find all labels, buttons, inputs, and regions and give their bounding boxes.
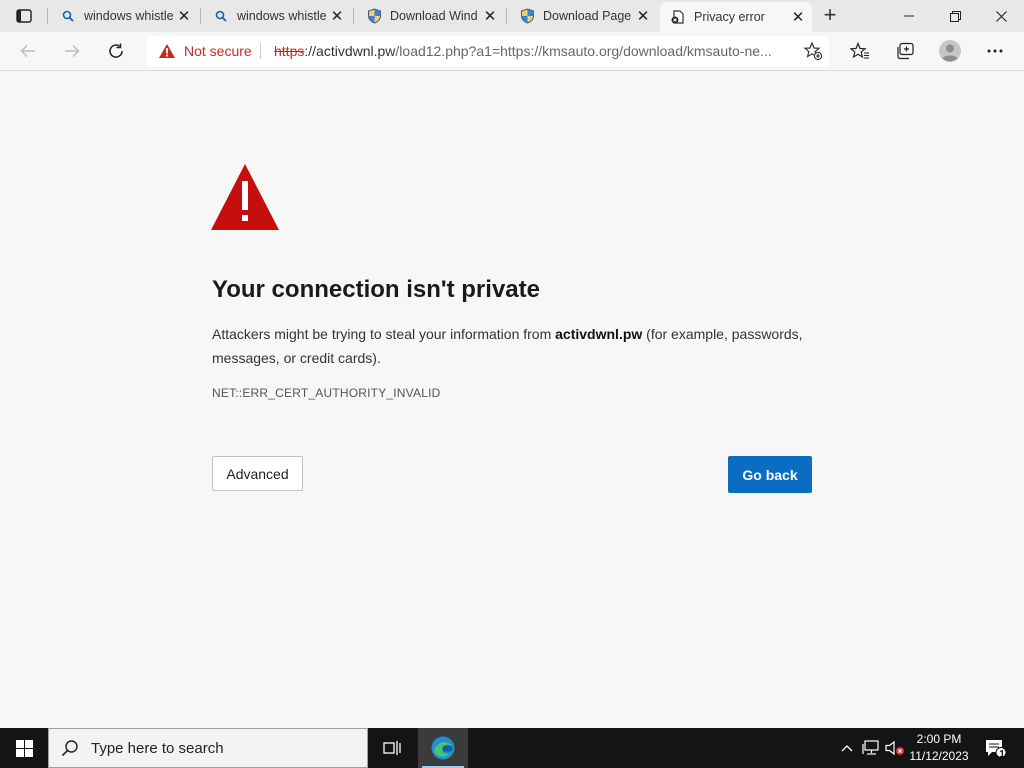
tab-close-icon[interactable]: ✕ (480, 6, 500, 26)
go-back-button[interactable]: Go back (728, 456, 812, 493)
tab-download-wind[interactable]: Download Wind ✕ (356, 2, 504, 30)
warning-triangle-icon (211, 163, 281, 231)
tab-title: windows whistle (237, 9, 327, 23)
taskbar: Type here to search 2:00 PM 11/12/2023 1 (0, 728, 1024, 768)
windows-start-icon[interactable] (0, 728, 48, 768)
favorites-icon[interactable] (846, 38, 874, 64)
url-scheme: https (274, 43, 305, 59)
clock-time: 2:00 PM (916, 732, 962, 746)
tab-separator (200, 8, 201, 24)
back-icon[interactable] (14, 38, 42, 64)
tab-separator (506, 8, 507, 24)
tab-separator (47, 8, 48, 24)
page-title: Your connection isn't private (212, 276, 540, 303)
not-secure-indicator[interactable]: Not secure (158, 43, 252, 59)
warning-icon (159, 44, 175, 58)
not-secure-label: Not secure (184, 43, 252, 59)
desc-before: Attackers might be trying to steal your … (212, 326, 556, 342)
show-hidden-icons-icon[interactable] (838, 728, 856, 768)
forward-icon[interactable] (58, 38, 86, 64)
search-icon (213, 8, 229, 24)
clock-date: 11/12/2023 (909, 749, 969, 763)
omnibox-divider (260, 43, 261, 59)
tab-title: Download Wind (390, 9, 478, 23)
error-code: NET::ERR_CERT_AUTHORITY_INVALID (212, 386, 441, 400)
error-page: Your connection isn't private Attackers … (0, 71, 1024, 728)
restore-icon[interactable] (932, 0, 978, 32)
tab-separator (353, 8, 354, 24)
tab-close-icon[interactable]: ✕ (633, 6, 653, 26)
tab-title: Privacy error (694, 10, 765, 24)
error-page-icon (670, 9, 686, 25)
search-icon (61, 739, 79, 757)
tab-close-icon[interactable]: ✕ (788, 7, 808, 27)
site-host: activdwnl.pw (555, 326, 643, 342)
address-bar[interactable]: Not secure https://activdwnl.pw/load12.p… (146, 36, 829, 66)
network-icon[interactable] (860, 728, 882, 768)
tab-windows-whistle-2[interactable]: windows whistle ✕ (203, 2, 351, 30)
edge-taskbar-icon[interactable] (418, 728, 468, 768)
advanced-button[interactable]: Advanced (212, 456, 303, 491)
refresh-icon[interactable] (102, 38, 130, 64)
tab-title: Download Page (543, 9, 632, 23)
tab-close-icon[interactable]: ✕ (174, 6, 194, 26)
new-tab-icon[interactable]: + (820, 4, 840, 26)
shield-icon (519, 8, 535, 24)
volume-muted-icon[interactable] (884, 728, 906, 768)
system-clock[interactable]: 2:00 PM 11/12/2023 (904, 731, 974, 765)
add-favorite-icon[interactable] (803, 41, 823, 61)
task-view-icon[interactable] (372, 728, 412, 768)
tab-privacy-error[interactable]: Privacy error ✕ (660, 2, 812, 32)
shield-icon (366, 8, 382, 24)
notification-center-icon[interactable]: 1 (980, 728, 1010, 768)
url-host: ://activdwnl.pw (304, 43, 396, 59)
minimize-icon[interactable] (886, 0, 932, 32)
tab-download-page[interactable]: Download Page ✕ (509, 2, 657, 30)
close-window-icon[interactable] (978, 0, 1024, 32)
tab-actions-icon[interactable] (6, 6, 42, 26)
more-options-icon[interactable] (981, 38, 1009, 64)
tab-strip: windows whistle ✕ windows whistle ✕ Down… (0, 0, 1024, 32)
navigation-bar: Not secure https://activdwnl.pw/load12.p… (0, 32, 1024, 71)
search-placeholder: Type here to search (91, 739, 224, 757)
taskbar-search-box[interactable]: Type here to search (48, 728, 368, 768)
search-icon (60, 8, 76, 24)
tab-title: windows whistle (84, 9, 174, 23)
profile-avatar[interactable] (936, 38, 964, 64)
url-text[interactable]: https://activdwnl.pw/load12.php?a1=https… (274, 43, 794, 59)
notification-count-badge: 1 (999, 749, 1005, 760)
url-path: /load12.php?a1=https://kmsauto.org/downl… (395, 43, 772, 59)
tab-close-icon[interactable]: ✕ (327, 6, 347, 26)
tab-windows-whistle-1[interactable]: windows whistle ✕ (50, 2, 198, 30)
collections-icon[interactable] (891, 38, 919, 64)
error-description: Attackers might be trying to steal your … (212, 322, 812, 370)
